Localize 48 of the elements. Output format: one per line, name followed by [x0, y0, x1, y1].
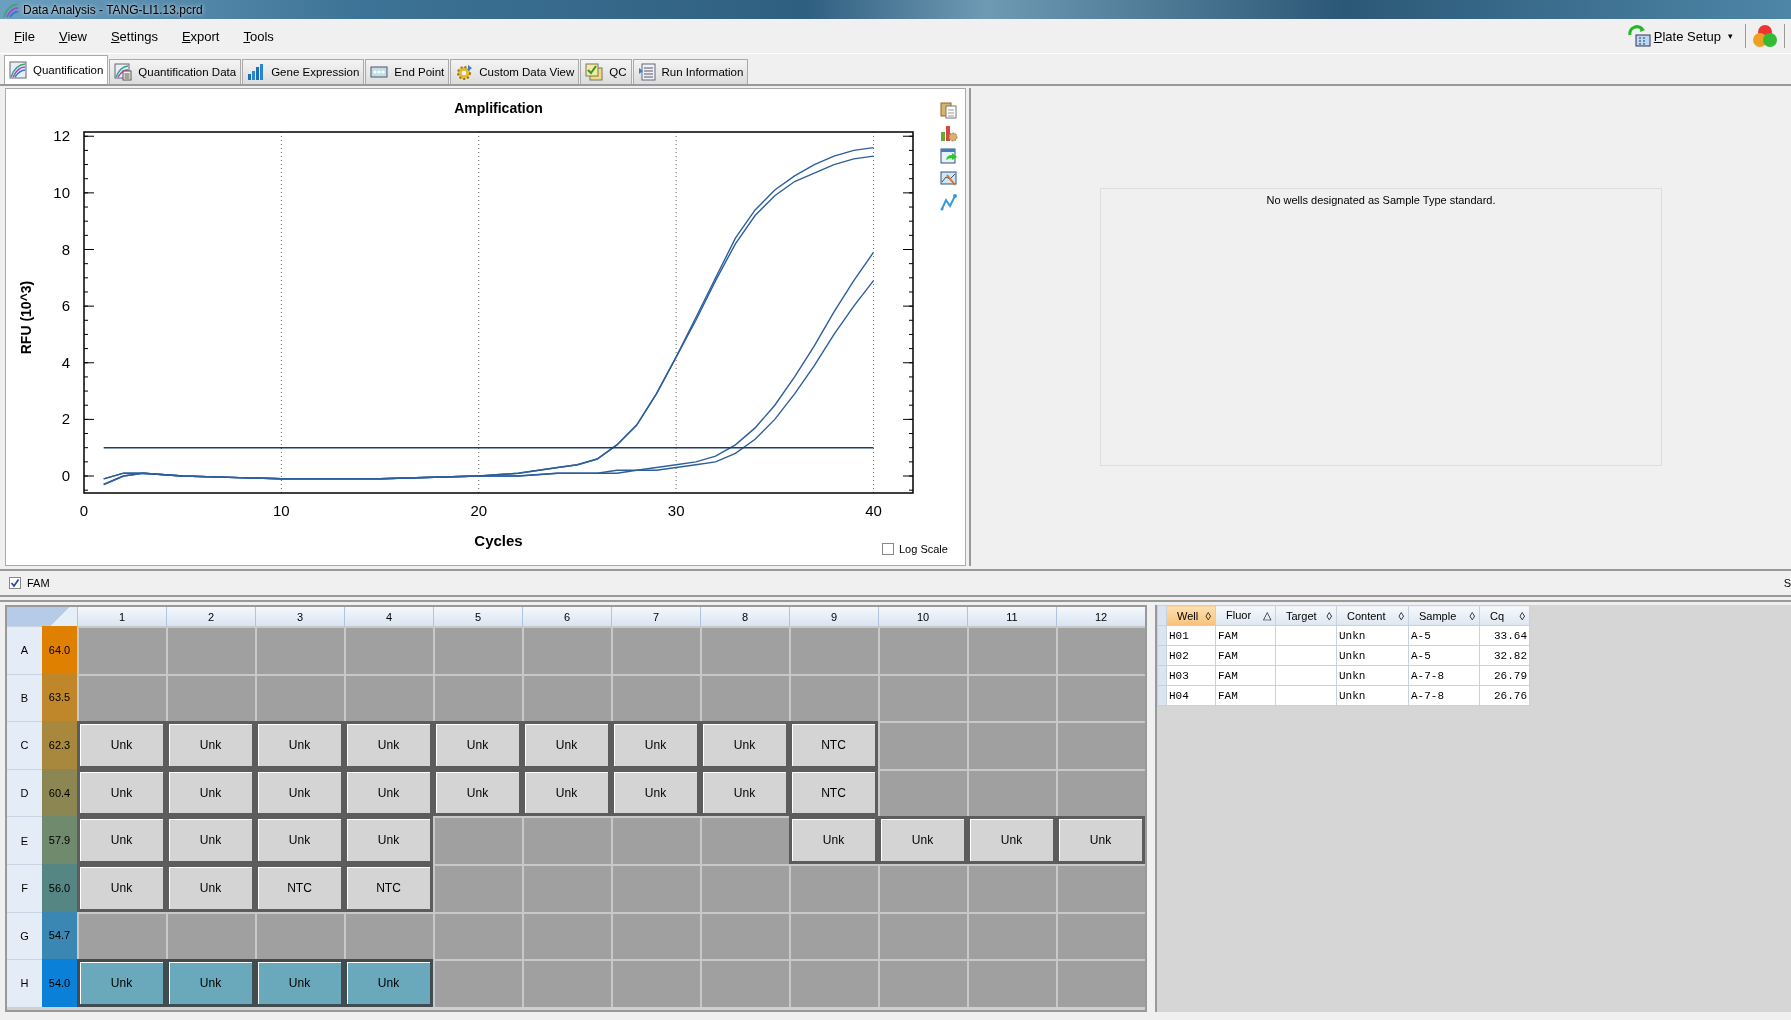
x-tick-label: 40: [865, 502, 882, 519]
temperature-cell: 57.9: [42, 816, 77, 864]
y-tick-label: 10: [53, 183, 70, 201]
window-title: Data Analysis - TANG-LI1.13.pcrd: [23, 2, 203, 17]
table-cell: Unkn: [1336, 665, 1409, 686]
table-cell: H01: [1166, 625, 1216, 646]
table-cell: A-5: [1408, 625, 1480, 646]
table-cell: FAM: [1215, 625, 1276, 646]
table-cell: FAM: [1215, 685, 1276, 706]
fluor-label: FAM: [27, 577, 50, 589]
y-tick-label: 2: [61, 410, 70, 428]
x-tick-label: 0: [79, 502, 89, 519]
temperature-cell: 62.3: [42, 721, 77, 769]
table-cell: H04: [1166, 685, 1216, 706]
y-tick-label: 0: [61, 467, 70, 484]
table-cell: Unkn: [1336, 645, 1409, 666]
y-tick-label: 12: [53, 127, 70, 145]
log-scale-label: Log Scale: [899, 543, 948, 555]
table-cell: Unkn: [1336, 685, 1409, 706]
table-cell: A-7-8: [1408, 665, 1480, 686]
y-tick-label: 6: [61, 297, 70, 315]
standard-curve-message: No wells designated as Sample Type standard.: [1266, 194, 1496, 207]
table-cell: 32.82: [1479, 645, 1530, 666]
side-label: S: [1783, 577, 1791, 589]
table-cell: H02: [1166, 645, 1216, 666]
temperature-cell: 54.0: [42, 959, 77, 1007]
x-axis-title: Cycles: [474, 532, 523, 549]
x-tick-label: 20: [470, 502, 488, 519]
temperature-cell: 54.7: [42, 911, 77, 960]
table-cell: A-5: [1408, 645, 1480, 666]
x-tick-label: 10: [273, 502, 290, 519]
table-cell: FAM: [1215, 645, 1276, 666]
table-cell: 33.64: [1479, 625, 1530, 646]
y-tick-label: 4: [61, 353, 70, 371]
x-tick-label: 30: [667, 502, 685, 519]
chart-title: Amplification: [454, 100, 543, 116]
table-cell: A-7-8: [1408, 685, 1480, 706]
table-cell: Unkn: [1336, 625, 1409, 646]
temperature-cell: 56.0: [42, 863, 77, 912]
table-cell: 26.79: [1479, 665, 1530, 686]
table-cell: 26.76: [1479, 685, 1530, 706]
temperature-cell: 63.5: [42, 673, 77, 722]
table-cell: H03: [1166, 665, 1216, 686]
table-cell: FAM: [1215, 665, 1276, 686]
y-axis-title: RFU (10^3): [18, 280, 34, 355]
temperature-cell: 60.4: [42, 768, 77, 817]
temperature-cell: 64.0: [42, 626, 77, 674]
y-tick-label: 8: [61, 240, 70, 258]
